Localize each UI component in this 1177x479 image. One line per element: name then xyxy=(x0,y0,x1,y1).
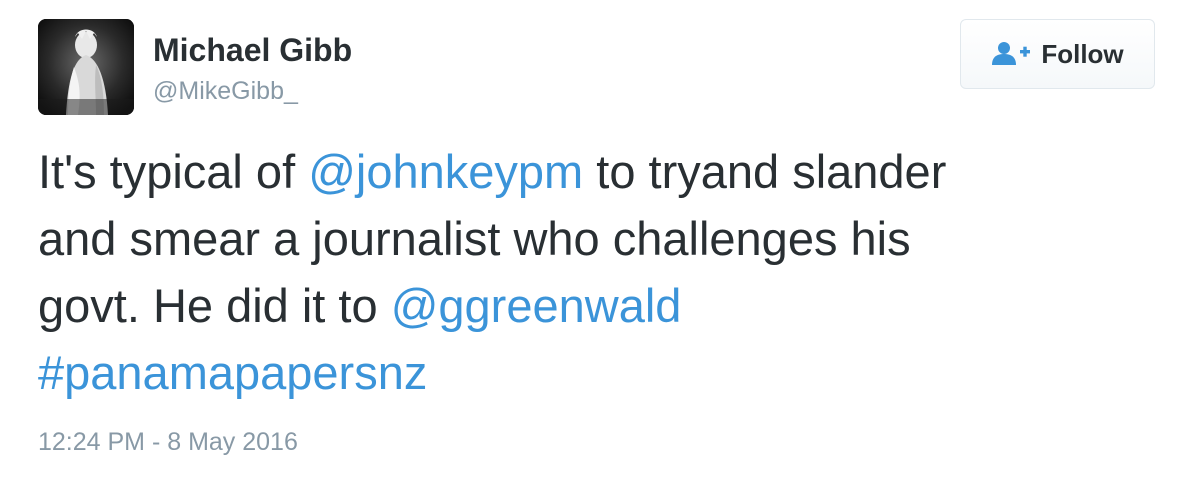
author-display-name[interactable]: Michael Gibb xyxy=(153,32,352,69)
follow-button-label: Follow xyxy=(1041,38,1124,69)
tweet-text-segment: and smear a journalist who challenges hi… xyxy=(38,212,911,265)
tweet-timestamp[interactable]: 12:24 PM - 8 May 2016 xyxy=(38,428,298,457)
mention-link-ggreenwald[interactable]: @ggreenwald xyxy=(391,279,682,332)
tweet-text-segment: to tryand slander xyxy=(583,145,947,198)
tweet-card: Michael Gibb @MikeGibb_ Follow It's typi… xyxy=(0,0,1177,479)
mention-link-johnkeypm[interactable]: @johnkeypm xyxy=(308,145,583,198)
avatar-image xyxy=(38,19,134,115)
author-handle[interactable]: @MikeGibb_ xyxy=(153,77,298,106)
follow-button[interactable]: Follow xyxy=(960,19,1155,89)
tweet-text-segment: govt. He did it to xyxy=(38,279,391,332)
avatar[interactable] xyxy=(38,19,134,115)
hashtag-link-panamapapersnz[interactable]: #panamapapersnz xyxy=(38,346,427,399)
tweet-text-segment: It's typical of xyxy=(38,145,309,198)
follow-user-plus-icon xyxy=(991,41,1031,67)
tweet-text: It's typical of @johnkeypm to tryand sla… xyxy=(38,138,1138,406)
